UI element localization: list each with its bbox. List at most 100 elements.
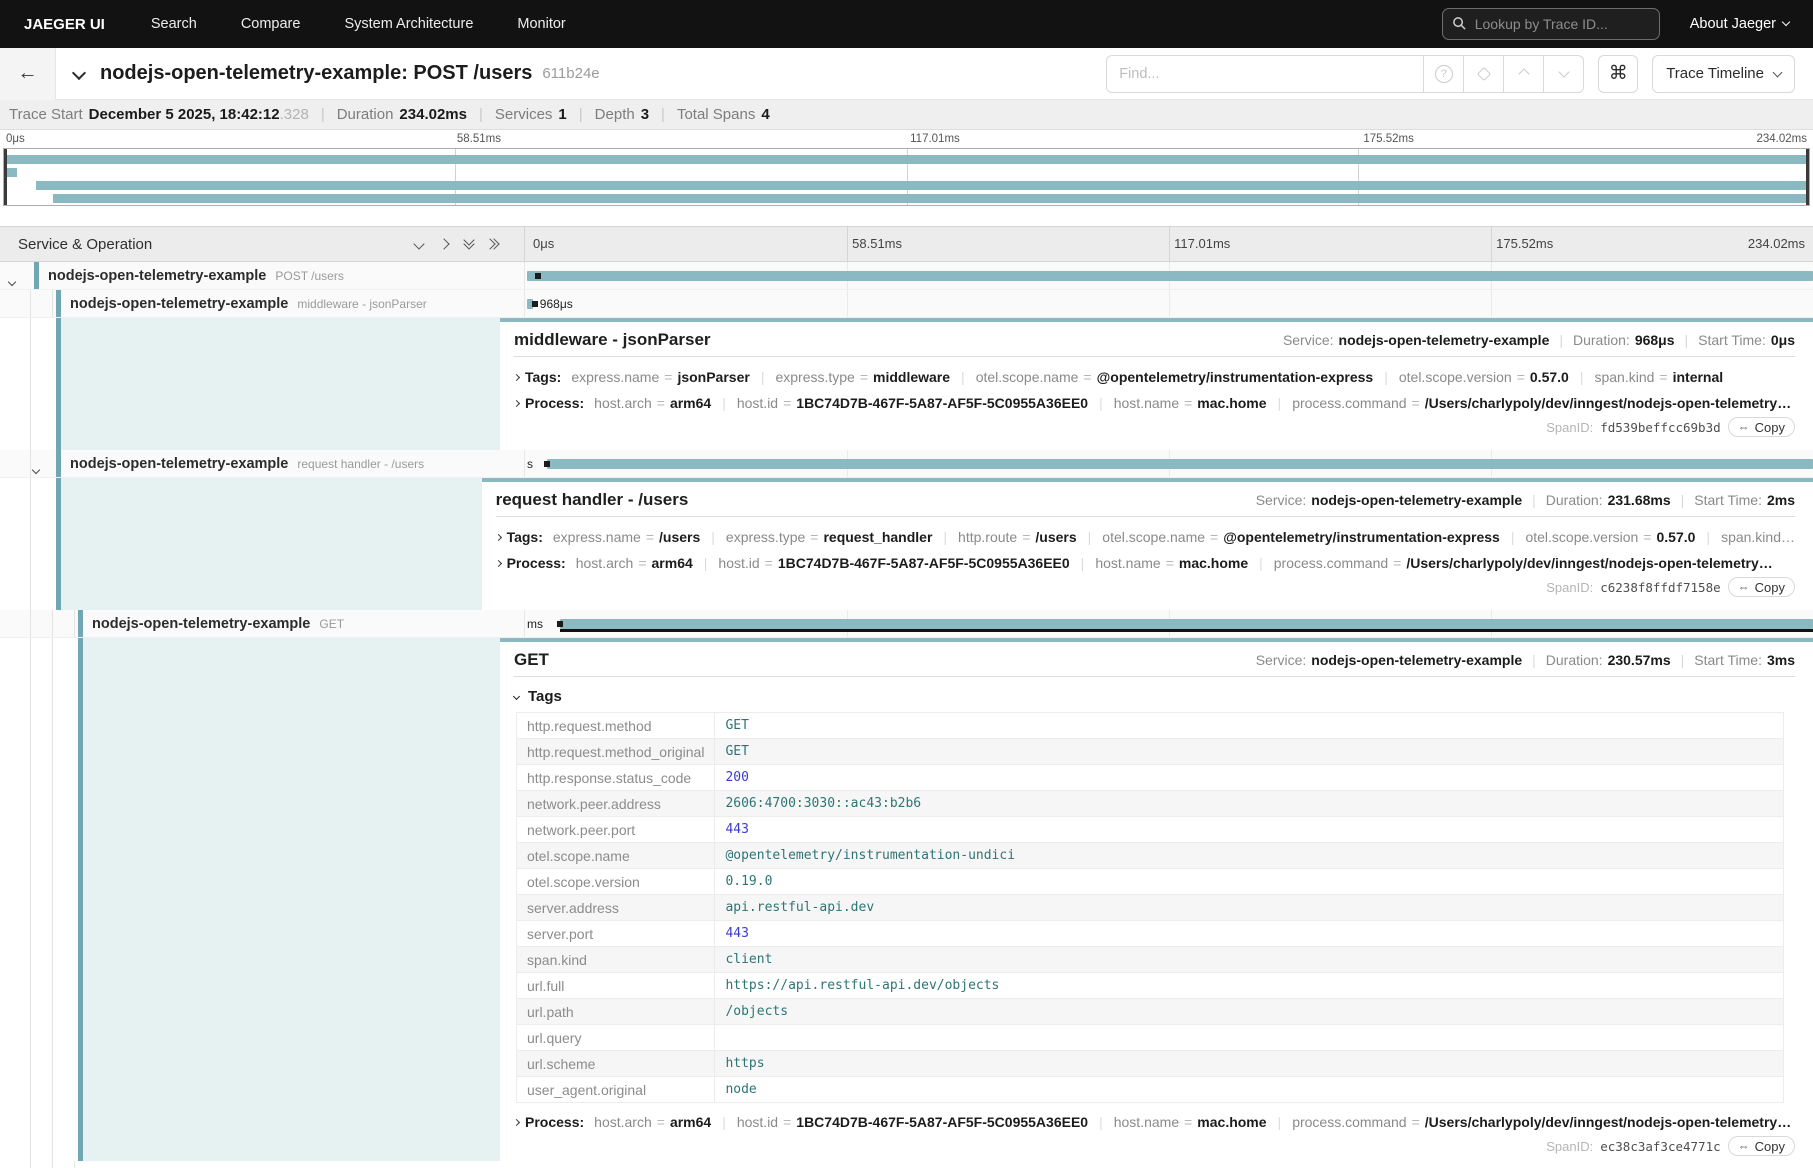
table-row: server.port443 — [517, 921, 1784, 947]
expand-one-icon[interactable] — [440, 235, 448, 253]
table-row: server.addressapi.restful-api.dev — [517, 895, 1784, 921]
timeline-ticks: 0μs 58.51ms 117.01ms 175.52ms 234.02ms — [525, 227, 1813, 261]
minimap-drag-handle-left[interactable] — [4, 149, 7, 205]
table-row: span.kindclient — [517, 947, 1784, 973]
tick-label: 58.51ms — [852, 236, 902, 251]
tick-label: 117.01ms — [910, 133, 960, 145]
link-icon: ⇔ — [1738, 1139, 1750, 1153]
process-summary-row[interactable]: Process: host.arch=arm64| host.id=1BC74D… — [514, 1109, 1795, 1135]
chevron-down-icon — [1558, 66, 1569, 77]
jaeger-trace-page: JAEGER UI Search Compare System Architec… — [0, 0, 1813, 1168]
span-accent-bar — [56, 450, 61, 477]
table-row: otel.scope.version0.19.0 — [517, 869, 1784, 895]
span-service-name: nodejs-open-telemetry-example — [70, 456, 288, 472]
span-row-request-handler[interactable]: nodejs-open-telemetry-example request ha… — [0, 450, 1813, 478]
collapse-children-toggle[interactable] — [33, 460, 39, 477]
collapse-all-icon[interactable] — [465, 240, 473, 248]
nav-item-monitor[interactable]: Monitor — [517, 16, 565, 32]
collapse-trace-toggle[interactable] — [74, 65, 84, 83]
jaeger-logo[interactable]: JAEGER UI — [24, 16, 105, 33]
keyboard-shortcuts-button[interactable]: ⌘ — [1598, 55, 1638, 93]
span-row-middleware-jsonparser[interactable]: nodejs-open-telemetry-example middleware… — [0, 290, 1813, 318]
arrow-left-icon: ← — [18, 62, 38, 85]
span-marker — [535, 273, 541, 279]
expand-all-icon[interactable] — [490, 240, 498, 248]
spanid-value: ec38c3af3ce4771c — [1600, 1139, 1720, 1154]
duration-label: Duration — [337, 106, 394, 123]
trace-header: ← nodejs-open-telemetry-example: POST /u… — [0, 48, 1813, 100]
span-accent-bar — [78, 610, 83, 637]
copy-spanid-button[interactable]: ⇔Copy — [1728, 1136, 1795, 1156]
prev-match-button[interactable] — [1504, 55, 1544, 93]
view-selector[interactable]: Trace Timeline — [1652, 55, 1795, 93]
tick-label: 175.52ms — [1496, 236, 1553, 251]
chevron-up-icon — [1518, 68, 1529, 79]
focus-match-button[interactable] — [1464, 55, 1504, 93]
trace-id-lookup — [1442, 8, 1660, 40]
collapse-one-icon[interactable] — [415, 235, 423, 253]
span-detail-middleware: middleware - jsonParser Service:nodejs-o… — [0, 318, 1813, 450]
chevron-right-icon — [514, 373, 520, 380]
copy-spanid-button[interactable]: ⇔Copy — [1728, 577, 1795, 597]
minimap-drag-handle-right[interactable] — [1806, 149, 1809, 205]
tags-summary-row[interactable]: Tags: express.name=/users| express.type=… — [496, 524, 1795, 550]
nav-item-system-architecture[interactable]: System Architecture — [344, 16, 473, 32]
span-duration-bar[interactable] — [527, 271, 1813, 281]
span-duration-bar[interactable] — [560, 619, 1813, 629]
find-input[interactable] — [1106, 55, 1424, 93]
span-selected-underline — [560, 629, 1813, 632]
about-jaeger-menu[interactable]: About Jaeger — [1690, 16, 1789, 32]
span-duration-label-clipped: ms — [527, 617, 543, 631]
total-spans-label: Total Spans — [677, 106, 755, 123]
spanid-label: SpanID: — [1546, 1139, 1593, 1154]
gridline — [1169, 227, 1170, 261]
span-overview: Service:nodejs-open-telemetry-example | … — [1256, 652, 1795, 668]
bottom-strip — [0, 1161, 1813, 1168]
minimap-span-bar — [7, 155, 1809, 164]
chevron-right-icon — [496, 533, 502, 540]
copy-spanid-button[interactable]: ⇔Copy — [1728, 417, 1795, 437]
minimap-span-bar — [7, 168, 17, 177]
span-row-post-users[interactable]: nodejs-open-telemetry-example POST /user… — [0, 262, 1813, 290]
next-match-button[interactable] — [1544, 55, 1584, 93]
chevron-right-icon — [496, 559, 502, 566]
spanid-label: SpanID: — [1546, 580, 1593, 595]
service-operation-header: Service & Operation — [18, 236, 152, 253]
tick-label: 58.51ms — [457, 133, 501, 145]
process-summary-row[interactable]: Process: host.arch=arm64| host.id=1BC74D… — [496, 550, 1795, 576]
span-overview: Service:nodejs-open-telemetry-example | … — [1256, 492, 1795, 508]
span-operation-name: request handler - /users — [297, 457, 424, 471]
trace-minimap[interactable] — [3, 148, 1810, 206]
divider: | — [661, 106, 665, 123]
tags-table: http.request.methodGET http.request.meth… — [516, 712, 1784, 1103]
table-row: url.schemehttps — [517, 1051, 1784, 1077]
find-help-button[interactable]: ? — [1424, 55, 1464, 93]
process-summary-row[interactable]: Process: host.arch=arm64| host.id=1BC74D… — [514, 390, 1795, 416]
span-service-name: nodejs-open-telemetry-example — [70, 296, 288, 312]
nav-item-compare[interactable]: Compare — [241, 16, 301, 32]
span-detail-get: GET Service:nodejs-open-telemetry-exampl… — [0, 638, 1813, 1161]
trace-id-lookup-input[interactable] — [1442, 8, 1660, 40]
tags-section-toggle[interactable]: Tags — [514, 684, 1795, 708]
back-button[interactable]: ← — [0, 48, 56, 100]
about-jaeger-label: About Jaeger — [1690, 16, 1776, 32]
tags-summary-row[interactable]: Tags: express.name=jsonParser| express.t… — [514, 364, 1795, 390]
timeline-column-header: Service & Operation 0μs 58.51ms 117.01ms… — [0, 226, 1813, 262]
span-detail-request-handler: request handler - /users Service:nodejs-… — [0, 478, 1813, 610]
top-navbar: JAEGER UI Search Compare System Architec… — [0, 0, 1813, 48]
nav-item-search[interactable]: Search — [151, 16, 197, 32]
trace-title: nodejs-open-telemetry-example: POST /use… — [100, 62, 532, 85]
trace-id-short: 611b24e — [542, 65, 599, 82]
depth-value: 3 — [641, 106, 649, 123]
collapse-children-toggle[interactable] — [9, 272, 15, 289]
span-row-get[interactable]: nodejs-open-telemetry-example GET ms — [0, 610, 1813, 638]
link-icon: ⇔ — [1738, 580, 1750, 594]
span-operation-name: POST /users — [275, 269, 343, 283]
span-duration-bar[interactable] — [547, 459, 1813, 469]
chevron-right-icon — [514, 1118, 520, 1125]
span-duration-label-clipped: s — [527, 457, 533, 471]
truncated-tag: span.kind… — [1721, 529, 1795, 545]
span-operation-name: GET — [319, 617, 344, 631]
tick-label: 234.02ms — [1748, 236, 1805, 251]
span-operation-name: middleware - jsonParser — [297, 297, 426, 311]
